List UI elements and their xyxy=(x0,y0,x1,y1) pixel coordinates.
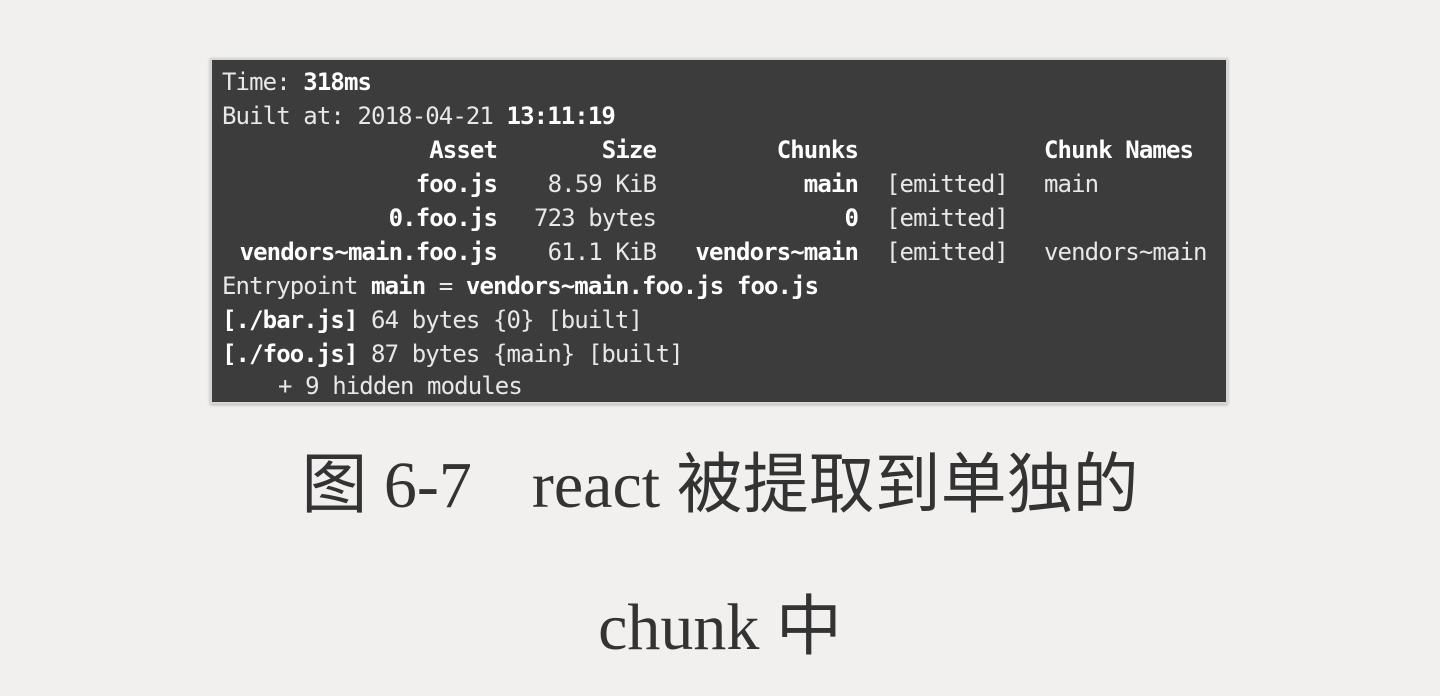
asset-size: 61.1 KiB xyxy=(547,238,657,266)
entrypoint-label: Entrypoint xyxy=(222,272,372,300)
hidden-modules-line: + 9 hidden modules xyxy=(278,372,523,400)
figure-title-part1: react 被提取到单独的 xyxy=(531,449,1139,522)
asset-status: [emitted] xyxy=(886,238,1009,266)
time-value: 318ms xyxy=(303,68,372,96)
entrypoint-line: Entrypoint main = vendors~main.foo.js fo… xyxy=(222,270,819,302)
asset-size: 8.59 KiB xyxy=(547,170,657,198)
built-at-line: Built at: 2018-04-21 13:11:19 xyxy=(222,100,616,132)
asset-chunks: 0 xyxy=(844,204,858,232)
figure-number: 图 6-7 xyxy=(301,449,472,522)
asset-chunks: vendors~main xyxy=(695,238,858,266)
header-size: Size xyxy=(601,136,657,164)
module-path: [./foo.js] xyxy=(222,340,358,368)
asset-status: [emitted] xyxy=(886,204,1009,232)
asset-chunks: main xyxy=(803,170,859,198)
entrypoint-name: main xyxy=(371,272,426,300)
asset-status: [emitted] xyxy=(886,170,1009,198)
module-info: 64 bytes {0} [built] xyxy=(357,306,643,334)
built-at-time: 13:11:19 xyxy=(506,102,616,130)
module-line: [./foo.js] 87 bytes {main} [built] xyxy=(222,338,684,370)
asset-size: 723 bytes xyxy=(534,204,657,232)
asset-name: vendors~main.foo.js xyxy=(239,238,498,266)
header-chunk-names: Chunk Names xyxy=(1044,136,1194,164)
asset-name: 0.foo.js xyxy=(388,204,498,232)
figure-caption-line1: 图 6-7 react 被提取到单独的 xyxy=(0,446,1440,526)
figure-caption-line2: chunk 中 xyxy=(598,591,842,664)
asset-chunk-names: vendors~main xyxy=(1044,238,1207,266)
terminal-screenshot: Time: 318ms Built at: 2018-04-21 13:11:1… xyxy=(210,58,1228,404)
module-info: 87 bytes {main} [built] xyxy=(357,340,684,368)
module-path: [./bar.js] xyxy=(222,306,358,334)
asset-chunk-names: main xyxy=(1044,170,1099,198)
built-at-label: Built at: 2018-04-21 xyxy=(222,102,507,130)
header-asset: Asset xyxy=(429,136,498,164)
header-chunks: Chunks xyxy=(776,136,859,164)
asset-name: foo.js xyxy=(415,170,498,198)
build-time-line: Time: 318ms xyxy=(222,66,372,98)
time-label: Time: xyxy=(222,68,304,96)
entrypoint-files: vendors~main.foo.js foo.js xyxy=(465,272,819,300)
module-line: [./bar.js] 64 bytes {0} [built] xyxy=(222,304,643,336)
entrypoint-equals: = xyxy=(425,272,466,300)
